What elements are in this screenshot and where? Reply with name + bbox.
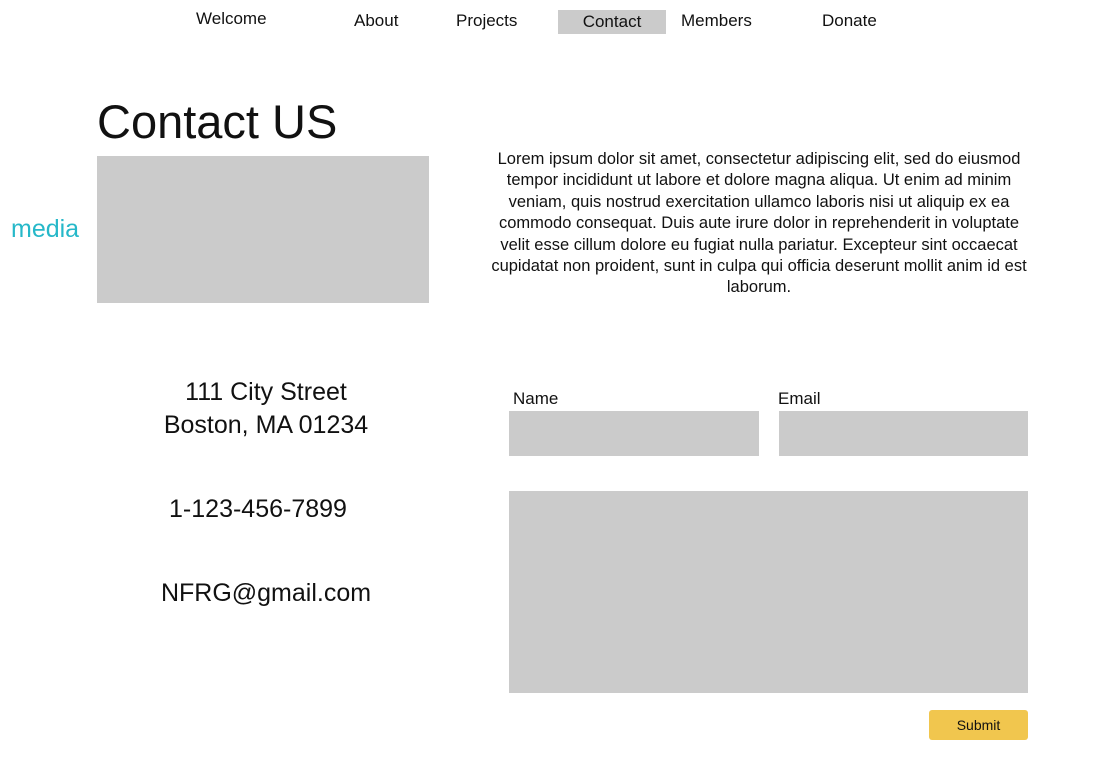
email-address: NFRG@gmail.com — [160, 579, 372, 607]
name-label: Name — [513, 389, 559, 408]
phone-number: 1-123-456-7899 — [169, 495, 347, 523]
email-label: Email — [778, 389, 821, 408]
address-city: Boston, MA 01234 — [163, 411, 369, 439]
nav-item-donate[interactable]: Donate — [822, 10, 877, 32]
nav-item-about[interactable]: About — [354, 10, 398, 32]
email-field[interactable] — [779, 411, 1028, 456]
description-text: Lorem ipsum dolor sit amet, consectetur … — [491, 150, 1027, 297]
nav-item-members[interactable]: Members — [681, 10, 752, 32]
media-label: media — [11, 215, 80, 243]
name-field[interactable] — [509, 411, 759, 456]
page-title: Contact US — [97, 95, 338, 148]
nav-item-projects[interactable]: Projects — [456, 10, 517, 32]
nav-item-contact[interactable]: Contact — [558, 10, 666, 34]
address: 111 City Street Boston, MA 01234 — [116, 376, 416, 442]
address-street: 111 City Street — [185, 378, 347, 406]
submit-button[interactable]: Submit — [929, 710, 1028, 740]
media-placeholder — [97, 156, 429, 303]
message-field[interactable] — [509, 491, 1028, 693]
nav-item-welcome[interactable]: Welcome — [196, 8, 267, 30]
